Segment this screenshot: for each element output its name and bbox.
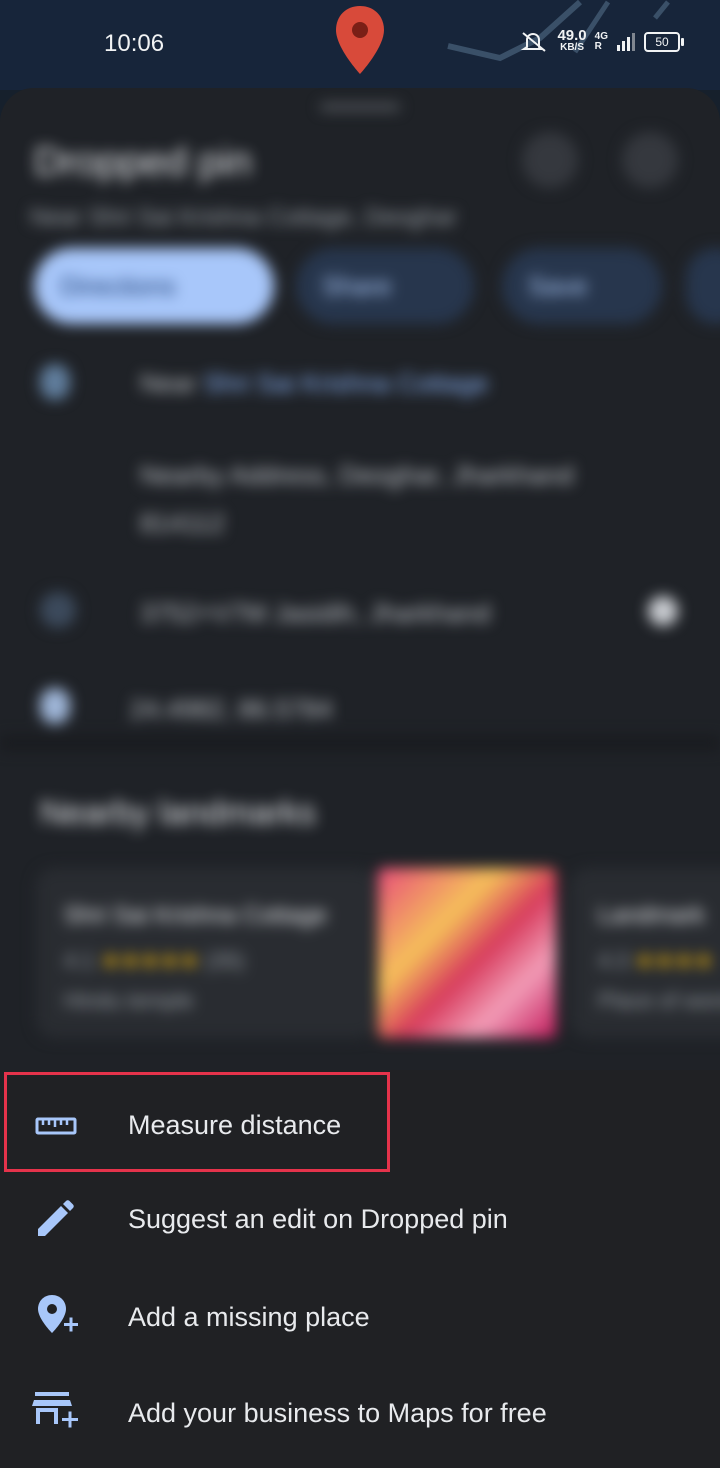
landmark-card[interactable]: Landmark 4.3 ★★★★ Place of worship (570, 868, 720, 1038)
landmark-card-rating-row: 4.3 ★★★★ (598, 948, 714, 974)
add-missing-place-item[interactable]: Add a missing place (0, 1268, 720, 1364)
status-time: 10:06 (104, 30, 165, 57)
star-rating-icon: ★★★★ (634, 948, 714, 973)
blurred-content: Dropped pin Near Shri Sai Krishna Cottag… (0, 88, 720, 1088)
nearby-address-line1: Nearby Address, Deoghar, Jharkhand (140, 460, 574, 490)
net-speed-value: 49.0 (557, 27, 587, 44)
landmark-card-title: Shri Sai Krishna Cottage (64, 902, 327, 929)
landmark-card-title: Landmark (598, 902, 705, 929)
nearby-address-line2: 814112 (140, 508, 225, 538)
add-place-icon (38, 1295, 78, 1333)
net-speed: 49.0 KB/S (557, 27, 587, 54)
coordinates-icon (40, 688, 70, 724)
address-prefix: Near (140, 368, 197, 398)
plus-code[interactable]: 3752+V7M Jasidih, Jharkhand (140, 598, 491, 629)
section-divider (0, 736, 720, 750)
suggest-edit-label: Suggest an edit on Dropped pin (128, 1204, 508, 1234)
landmark-card-rating: 4.1 (64, 948, 95, 973)
more-chip[interactable] (686, 248, 720, 324)
net-type-bottom: R (594, 41, 602, 52)
drag-handle[interactable] (320, 104, 400, 110)
place-sheet: Dropped pin Near Shri Sai Krishna Cottag… (0, 88, 720, 1088)
address-link[interactable]: Shri Sai Krishna Cottage (204, 368, 489, 398)
nearby-landmarks-title: Nearby landmarks (40, 794, 316, 832)
directions-chip[interactable]: Directions (34, 248, 274, 324)
add-missing-place-label: Add a missing place (128, 1302, 370, 1332)
status-icons: 49.0 KB/S 4G R 50 (519, 27, 684, 54)
map-pin-icon[interactable] (334, 4, 386, 78)
plus-code-icon (40, 592, 76, 628)
place-subtitle: Near Shri Sai Krishna Cottage, Deoghar (30, 204, 457, 231)
net-speed-unit: KB/S (560, 42, 584, 53)
add-business-icon (32, 1392, 78, 1428)
landmark-card-rating: 4.3 (598, 948, 629, 973)
net-type: 4G R (595, 32, 608, 52)
landmark-card-category: Place of worship (598, 988, 720, 1013)
status-bar: 10:06 49.0 KB/S 4G R 50 (0, 0, 720, 90)
info-icon[interactable] (648, 596, 678, 626)
star-rating-icon: ★★★★★ (100, 948, 200, 973)
address-row[interactable]: Near Shri Sai Krishna Cottage (140, 368, 488, 399)
close-icon[interactable] (622, 132, 678, 188)
highlight-box (4, 1072, 390, 1172)
share-chip[interactable]: Share (296, 248, 474, 324)
share-label: Share (322, 270, 392, 301)
pencil-icon (38, 1200, 74, 1236)
coordinates[interactable]: 24.4982, 86.5784 (130, 694, 332, 725)
landmark-card[interactable]: Shri Sai Krishna Cottage 4.1 ★★★★★ (35) … (36, 868, 376, 1038)
suggest-edit-item[interactable]: Suggest an edit on Dropped pin (0, 1170, 720, 1266)
landmark-photo[interactable] (378, 868, 556, 1038)
mute-icon (521, 32, 547, 52)
landmark-card-category: Hindu temple (64, 988, 194, 1013)
save-chip[interactable]: Save (502, 248, 662, 324)
battery-icon: 50 (644, 32, 684, 52)
landmark-card-reviews: (35) (205, 948, 245, 973)
place-title: Dropped pin (34, 140, 252, 184)
location-icon (40, 364, 70, 400)
add-business-label: Add your business to Maps for free (128, 1398, 547, 1428)
add-business-item[interactable]: Add your business to Maps for free (0, 1364, 720, 1460)
share-icon[interactable] (522, 132, 578, 188)
signal-icon (617, 33, 635, 51)
directions-label: Directions (60, 270, 176, 301)
save-label: Save (528, 270, 588, 301)
landmark-card-rating-row: 4.1 ★★★★★ (35) (64, 948, 245, 974)
